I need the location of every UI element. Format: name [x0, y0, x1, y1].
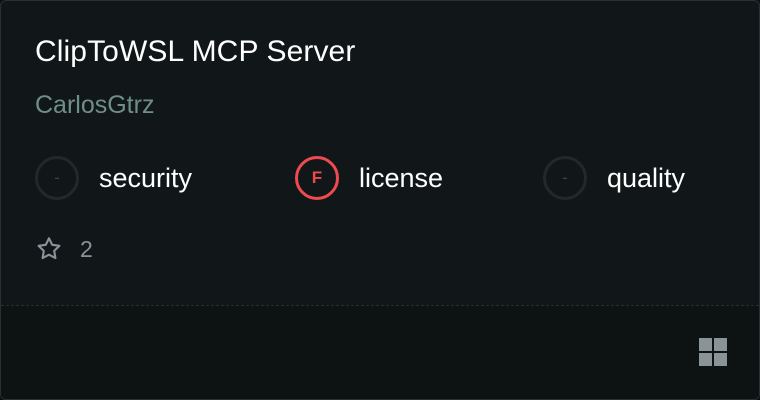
dash-badge-icon: - — [543, 156, 587, 200]
server-card[interactable]: ClipToWSL MCP Server CarlosGtrz - securi… — [0, 0, 760, 400]
score-label: license — [359, 162, 444, 193]
star-count-value: 2 — [80, 235, 93, 262]
grade-badge-icon: F — [295, 156, 339, 200]
score-license: F license — [295, 154, 443, 202]
card-footer — [1, 305, 759, 399]
score-quality: - quality — [543, 154, 685, 202]
server-title[interactable]: ClipToWSL MCP Server — [35, 35, 355, 69]
dash-badge-icon: - — [35, 156, 79, 200]
star-icon — [37, 237, 61, 260]
score-label: quality — [607, 162, 686, 193]
author-link[interactable]: CarlosGtrz — [35, 91, 154, 120]
grid-icon[interactable] — [699, 338, 727, 366]
star-count: 2 — [35, 235, 93, 263]
score-security: - security — [35, 154, 192, 202]
score-label: security — [99, 162, 193, 193]
